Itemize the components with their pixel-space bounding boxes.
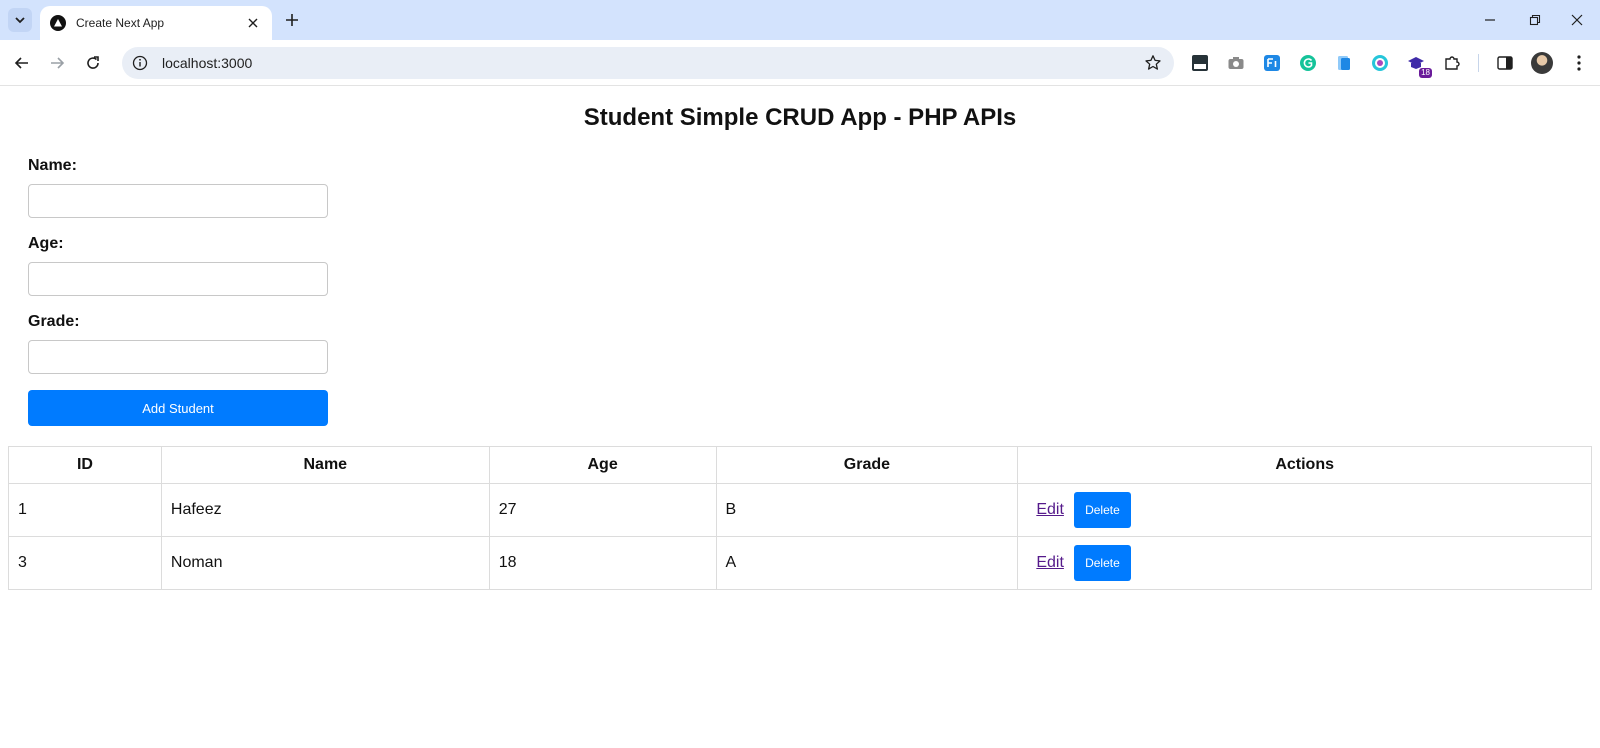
document-extension-icon[interactable]	[1334, 53, 1354, 73]
table-row: 1 Hafeez 27 B Edit Delete	[8, 483, 1592, 537]
bookmark-star-icon[interactable]	[1144, 54, 1162, 72]
header-age: Age	[488, 446, 717, 484]
edit-link[interactable]: Edit	[1036, 501, 1064, 518]
page-title: Student Simple CRUD App - PHP APIs	[583, 104, 1017, 131]
fi-extension-icon[interactable]	[1262, 53, 1282, 73]
cell-id: 3	[8, 536, 162, 590]
header-grade: Grade	[715, 446, 1019, 484]
table-header-row: ID Name Age Grade Actions	[8, 446, 1592, 484]
grammarly-icon[interactable]	[1298, 53, 1318, 73]
minimize-icon[interactable]	[1474, 6, 1506, 34]
cell-id: 1	[8, 483, 162, 537]
tab-close-icon[interactable]	[244, 14, 262, 32]
tab-strip: Create Next App	[0, 0, 1600, 40]
close-window-icon[interactable]	[1561, 6, 1593, 34]
delete-button[interactable]: Delete	[1073, 545, 1131, 581]
cell-age: 18	[488, 536, 717, 590]
header-actions: Actions	[1017, 446, 1592, 484]
grade-label: Grade:	[28, 313, 80, 330]
delete-button[interactable]: Delete	[1073, 492, 1131, 528]
name-label: Name:	[28, 157, 77, 174]
new-tab-icon[interactable]	[281, 9, 303, 31]
table-row: 3 Noman 18 A Edit Delete	[8, 536, 1592, 590]
address-bar[interactable]: localhost:3000	[122, 47, 1174, 79]
profile-avatar[interactable]	[1531, 52, 1553, 74]
target-extension-icon[interactable]	[1370, 53, 1390, 73]
site-info-icon[interactable]	[132, 55, 148, 71]
side-panel-icon[interactable]	[1495, 53, 1515, 73]
new-extension-icon[interactable]	[1190, 53, 1210, 73]
browser-toolbar: localhost:3000 18	[0, 40, 1600, 86]
extensions-puzzle-icon[interactable]	[1442, 53, 1462, 73]
age-input[interactable]	[28, 262, 328, 296]
url-text[interactable]: localhost:3000	[162, 55, 252, 71]
header-name: Name	[160, 446, 490, 484]
toolbar-separator	[1478, 54, 1479, 72]
browser-tab[interactable]: Create Next App	[40, 6, 272, 40]
more-menu-icon[interactable]	[1569, 53, 1589, 73]
header-id: ID	[8, 446, 162, 484]
tab-search-button[interactable]	[8, 8, 32, 32]
cell-name: Hafeez	[160, 483, 490, 537]
cell-actions: Edit Delete	[1017, 536, 1592, 590]
forward-icon[interactable]	[43, 49, 71, 77]
extension-badge: 18	[1419, 68, 1432, 78]
cell-name: Noman	[160, 536, 490, 590]
cell-actions: Edit Delete	[1017, 483, 1592, 537]
reload-icon[interactable]	[79, 49, 107, 77]
students-table: ID Name Age Grade Actions 1 Hafeez 27 B …	[8, 446, 1592, 590]
graduation-extension-icon[interactable]: 18	[1406, 53, 1432, 78]
grade-input[interactable]	[28, 340, 328, 374]
cell-age: 27	[488, 483, 717, 537]
nextjs-favicon-icon	[50, 15, 66, 31]
camera-icon[interactable]	[1226, 53, 1246, 73]
name-input[interactable]	[28, 184, 328, 218]
add-student-button[interactable]: Add Student	[28, 390, 328, 426]
age-label: Age:	[28, 235, 64, 252]
edit-link[interactable]: Edit	[1036, 554, 1064, 571]
cell-grade: B	[715, 483, 1019, 537]
restore-icon[interactable]	[1519, 6, 1551, 34]
chevron-down-icon	[15, 17, 25, 24]
cell-grade: A	[715, 536, 1019, 590]
tab-title: Create Next App	[76, 16, 165, 30]
back-icon[interactable]	[8, 49, 36, 77]
